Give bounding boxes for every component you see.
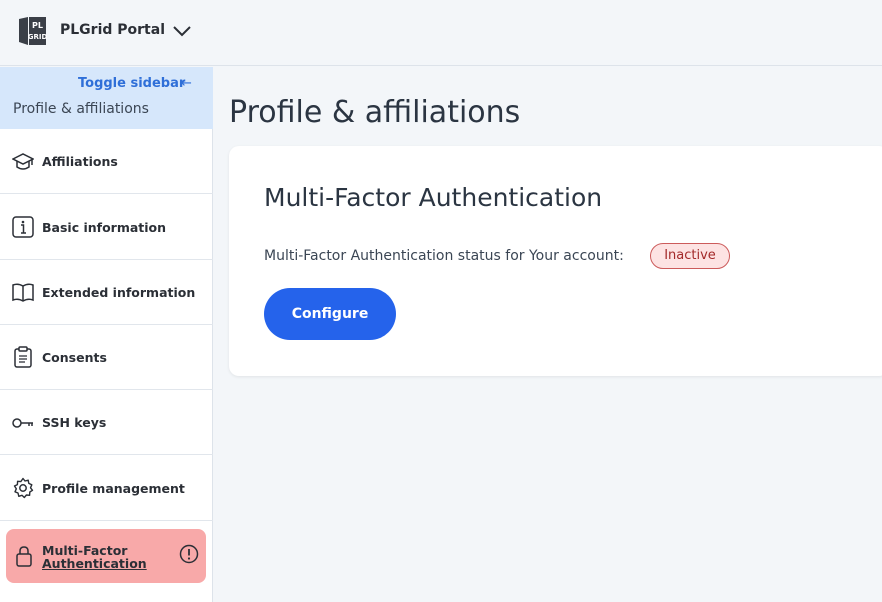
chevron-down-icon[interactable] <box>172 22 192 40</box>
info-icon <box>12 216 34 238</box>
mfa-card: Multi-Factor Authentication Multi-Factor… <box>229 146 882 376</box>
sidebar-item-label: Affiliations <box>42 154 118 169</box>
sidebar-item-profile-management[interactable]: Profile management <box>0 456 213 521</box>
book-icon <box>12 283 34 302</box>
sidebar-item-ssh-keys[interactable]: SSH keys <box>0 390 213 455</box>
arrow-left-icon[interactable]: ← <box>181 76 192 91</box>
clipboard-icon <box>14 346 32 368</box>
plgrid-logo-icon[interactable]: PL GRID <box>16 14 50 48</box>
gear-icon <box>13 477 34 499</box>
sidebar: Toggle sidebar ← Profile & affiliations … <box>0 67 213 602</box>
graduation-cap-icon <box>12 153 34 170</box>
app-title[interactable]: PLGrid Portal <box>60 22 165 38</box>
top-bar: PL GRID PLGrid Portal <box>0 0 882 66</box>
sidebar-item-label: SSH keys <box>42 415 107 430</box>
svg-text:PL: PL <box>32 21 43 30</box>
sidebar-header: Toggle sidebar ← Profile & affiliations <box>0 67 213 129</box>
lock-icon <box>16 546 32 567</box>
sidebar-item-label: Extended information <box>42 285 196 300</box>
card-title: Multi-Factor Authentication <box>264 183 603 212</box>
sidebar-item-label: Profile management <box>42 481 185 496</box>
configure-button[interactable]: Configure <box>264 288 396 340</box>
key-icon <box>12 418 33 428</box>
sidebar-item-basic-information[interactable]: Basic information <box>0 195 213 260</box>
sidebar-item-label: Consents <box>42 350 107 365</box>
alert-circle-icon <box>179 544 199 564</box>
toggle-sidebar-button[interactable]: Toggle sidebar <box>78 76 185 91</box>
sidebar-item-label: Basic information <box>42 220 167 235</box>
sidebar-item-consents[interactable]: Consents <box>0 325 213 390</box>
sidebar-item-multi-factor-authentication[interactable]: Multi-Factor Authentication <box>6 529 206 583</box>
sidebar-section-title: Profile & affiliations <box>13 101 149 117</box>
sidebar-item-label: Authentication <box>42 556 147 571</box>
mfa-status-label: Multi-Factor Authentication status for Y… <box>264 248 624 264</box>
status-badge: Inactive <box>650 243 730 269</box>
svg-text:GRID: GRID <box>28 33 48 41</box>
sidebar-item-affiliations[interactable]: Affiliations <box>0 129 213 194</box>
page-title: Profile & affiliations <box>229 95 521 130</box>
sidebar-item-extended-information[interactable]: Extended information <box>0 260 213 325</box>
